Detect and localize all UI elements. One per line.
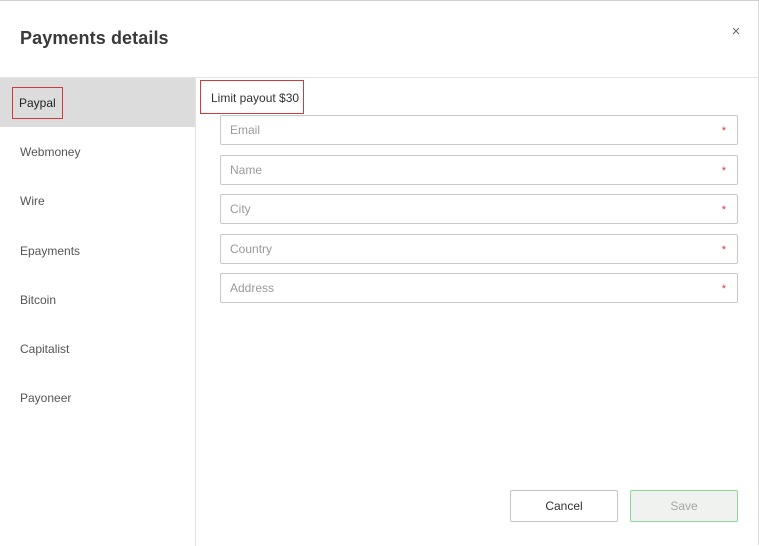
required-marker: * <box>721 165 726 177</box>
required-marker: * <box>721 244 726 256</box>
email-field[interactable] <box>221 116 737 144</box>
save-button[interactable]: Save <box>630 490 738 522</box>
city-field-wrapper: * <box>220 194 738 224</box>
sidebar-item-epayments[interactable]: Epayments <box>0 226 195 275</box>
name-field-wrapper: * <box>220 155 738 185</box>
sidebar-item-payoneer[interactable]: Payoneer <box>0 374 195 423</box>
dialog-title: Payments details <box>20 28 169 48</box>
sidebar-item-label: Wire <box>20 194 45 209</box>
payment-form: Limit payout $30 * * * * * Cancel Save <box>196 78 759 546</box>
sidebar-item-label: Payoneer <box>20 391 72 406</box>
sidebar-item-label: Epayments <box>20 243 81 258</box>
payments-dialog: Payments details × Paypal Webmoney Wire … <box>0 0 759 546</box>
sidebar-item-label: Capitalist <box>20 342 70 357</box>
required-marker: * <box>721 125 726 137</box>
email-field-wrapper: * <box>220 115 738 145</box>
sidebar-item-capitalist[interactable]: Capitalist <box>0 324 195 373</box>
limit-payout-text: Limit payout $30 <box>200 80 305 114</box>
sidebar-item-label: Paypal <box>12 86 63 119</box>
city-field[interactable] <box>221 195 737 223</box>
country-field[interactable] <box>221 235 737 263</box>
name-field[interactable] <box>221 156 737 184</box>
country-field-wrapper: * <box>220 234 738 264</box>
sidebar-item-label: Bitcoin <box>20 292 57 307</box>
address-field-wrapper: * <box>220 273 738 303</box>
sidebar-item-paypal[interactable]: Paypal <box>0 78 195 128</box>
required-marker: * <box>721 204 726 216</box>
sidebar-item-webmoney[interactable]: Webmoney <box>0 127 195 176</box>
sidebar-item-wire[interactable]: Wire <box>0 177 195 226</box>
close-icon[interactable]: × <box>728 23 744 41</box>
payment-method-sidebar: Paypal Webmoney Wire Epayments Bitcoin C… <box>0 78 196 546</box>
required-marker: * <box>721 283 726 295</box>
sidebar-item-bitcoin[interactable]: Bitcoin <box>0 275 195 324</box>
cancel-button[interactable]: Cancel <box>510 490 618 522</box>
sidebar-item-label: Webmoney <box>20 144 81 159</box>
address-field[interactable] <box>221 274 737 302</box>
